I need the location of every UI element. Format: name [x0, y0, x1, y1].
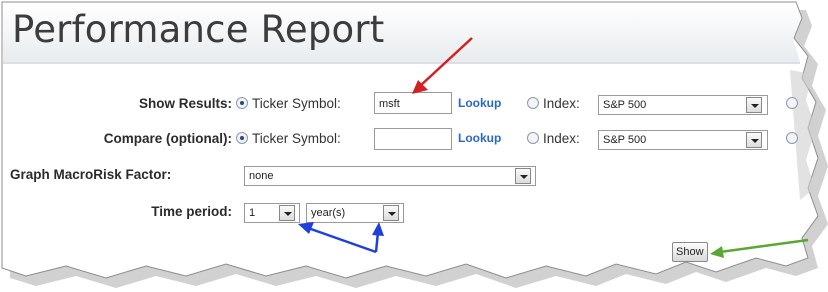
- arrow-annotations: [298, 37, 809, 258]
- red-arrow-icon: [412, 37, 473, 94]
- green-arrow-icon: [710, 238, 809, 258]
- blue-arrow-icon: [298, 222, 384, 254]
- report-card: Performance Report Show Results: Ticker …: [0, 0, 828, 292]
